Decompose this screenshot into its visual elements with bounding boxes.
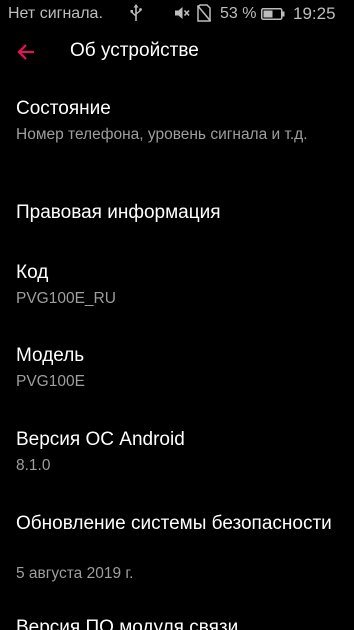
- app-bar: Об устройстве: [0, 28, 354, 76]
- arrow-back-icon: [17, 44, 34, 60]
- list-item-model[interactable]: Модель PVG100E: [0, 334, 354, 418]
- mute-icon: [175, 7, 190, 19]
- battery-icon: [261, 8, 285, 20]
- list-item-android-version[interactable]: Версия ОС Android 8.1.0: [0, 418, 354, 502]
- item-summary: PVG100E_RU: [16, 290, 116, 307]
- item-title: Версия ОС Android: [16, 429, 185, 450]
- item-summary: 5 августа 2019 г.: [16, 565, 134, 582]
- list-item-legal-info[interactable]: Правовая информация: [0, 176, 354, 252]
- list-item-status[interactable]: Состояние Номер телефона, уровень сигнал…: [0, 84, 354, 176]
- no-sim-icon: [197, 4, 211, 22]
- item-summary: PVG100E: [16, 373, 85, 390]
- item-title: Состояние: [16, 98, 111, 119]
- status-bar: Нет сигнала. 53 % 19:25: [0, 0, 354, 28]
- item-title: Код: [16, 262, 49, 283]
- item-title: Правовая информация: [16, 202, 221, 223]
- list-item-security-patch[interactable]: Обновление системы безопасности 5 август…: [0, 502, 354, 602]
- item-title: Модель: [16, 345, 85, 366]
- list-item-baseband-version[interactable]: Версия ПО модуля связи: [0, 602, 354, 630]
- battery-percent: 53 %: [220, 5, 257, 22]
- carrier-label: Нет сигнала.: [8, 5, 103, 22]
- clock: 19:25: [293, 4, 336, 23]
- item-summary: Номер телефона, уровень сигнала и т.д.: [16, 126, 308, 143]
- page-title: Об устройстве: [70, 40, 199, 61]
- item-title: Версия ПО модуля связи: [16, 617, 239, 630]
- back-button[interactable]: [12, 38, 40, 66]
- item-title: Обновление системы безопасности: [16, 513, 332, 534]
- item-summary: 8.1.0: [16, 457, 51, 474]
- usb-icon: [130, 4, 142, 21]
- list-item-build-code[interactable]: Код PVG100E_RU: [0, 252, 354, 334]
